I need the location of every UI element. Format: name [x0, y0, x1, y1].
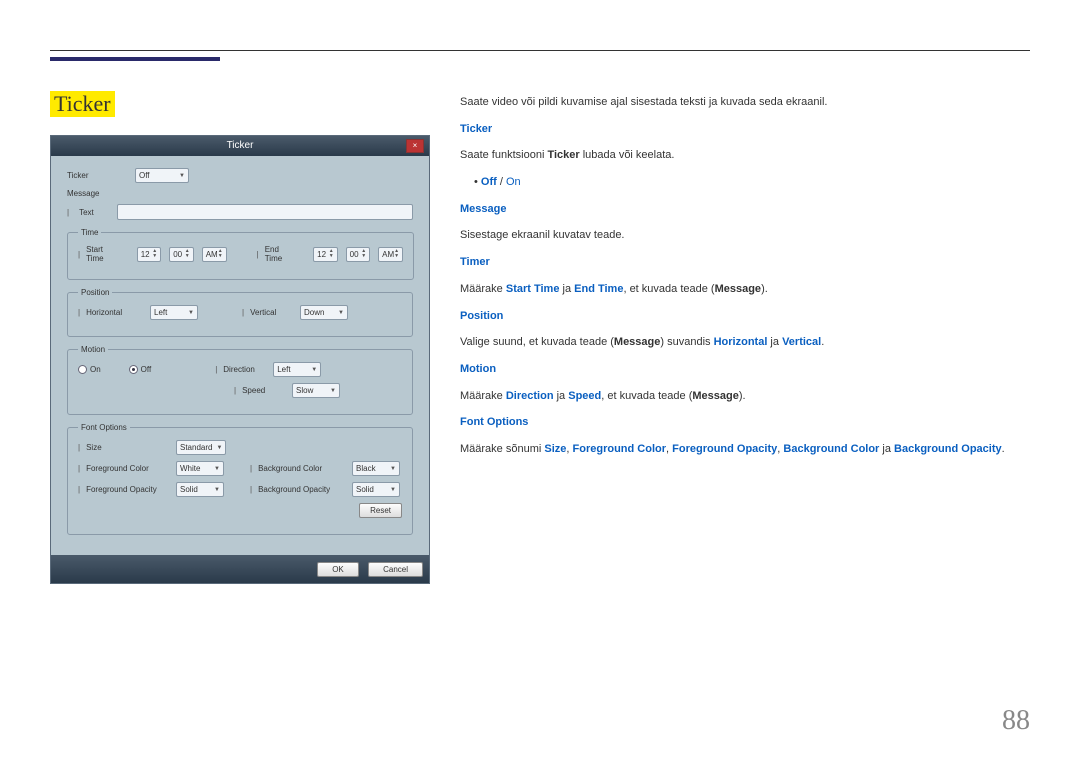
stepper-icon: ▲▼: [394, 249, 399, 259]
bg-opacity-label: Background Opacity: [258, 485, 330, 494]
fg-color-select[interactable]: White▼: [176, 461, 224, 476]
bg-color-select[interactable]: Black▼: [352, 461, 400, 476]
ticker-dialog: Ticker × Ticker Off▼ Message |Text Time …: [50, 135, 430, 584]
chevron-down-icon: ▼: [338, 310, 344, 316]
end-time-label: End Time: [265, 245, 291, 263]
rule-accent: [50, 57, 220, 61]
section-heading: Ticker: [50, 91, 115, 117]
position-group: Position |Horizontal Left▼ |Vertical Dow…: [67, 288, 413, 337]
size-label: Size: [86, 443, 102, 452]
start-min-stepper[interactable]: 00▲▼: [169, 247, 193, 262]
ok-button[interactable]: OK: [317, 562, 359, 577]
chevron-down-icon: ▼: [179, 173, 185, 179]
fg-opacity-label: Foreground Opacity: [86, 485, 157, 494]
heading-message: Message: [460, 200, 1030, 219]
chevron-down-icon: ▼: [214, 466, 220, 472]
message-label: Message: [67, 189, 127, 198]
motion-desc: Määrake Direction ja Speed, et kuvada te…: [460, 387, 1030, 406]
page-number: 88: [1002, 705, 1030, 737]
message-desc: Sisestage ekraanil kuvatav teade.: [460, 226, 1030, 245]
fg-opacity-select[interactable]: Solid▼: [176, 482, 224, 497]
motion-group: Motion On Off |Direction Left▼ |Speed Sl…: [67, 345, 413, 415]
stepper-icon: ▲▼: [152, 249, 157, 259]
time-group: Time |Start Time 12▲▼ 00▲▼ AM▲▼ |End Tim…: [67, 228, 414, 280]
fg-color-label: Foreground Color: [86, 464, 149, 473]
end-hour-stepper[interactable]: 12▲▼: [313, 247, 337, 262]
page: Ticker Ticker × Ticker Off▼ Message |Tex…: [0, 0, 1080, 763]
heading-font: Font Options: [460, 413, 1030, 432]
time-legend: Time: [78, 228, 101, 237]
stepper-icon: ▲▼: [361, 249, 366, 259]
radio-icon: [78, 365, 87, 374]
close-icon[interactable]: ×: [406, 139, 424, 153]
reset-button[interactable]: Reset: [359, 503, 402, 518]
chevron-down-icon: ▼: [214, 487, 220, 493]
text-label: Text: [79, 208, 109, 217]
stepper-icon: ▲▼: [218, 249, 223, 259]
start-hour-stepper[interactable]: 12▲▼: [137, 247, 161, 262]
vertical-select[interactable]: Down▼: [300, 305, 348, 320]
heading-position: Position: [460, 307, 1030, 326]
heading-motion: Motion: [460, 360, 1030, 379]
end-ampm-stepper[interactable]: AM▲▼: [378, 247, 403, 262]
bg-color-label: Background Color: [258, 464, 322, 473]
stepper-icon: ▲▼: [329, 249, 334, 259]
horizontal-select[interactable]: Left▼: [150, 305, 198, 320]
chevron-down-icon: ▼: [390, 487, 396, 493]
ticker-label: Ticker: [67, 171, 127, 180]
vertical-label: Vertical: [250, 308, 276, 317]
right-column: Saate video või pildi kuvamise ajal sise…: [460, 91, 1030, 584]
direction-label: Direction: [223, 365, 255, 374]
dialog-title: Ticker: [227, 140, 254, 151]
ticker-select[interactable]: Off▼: [135, 168, 189, 183]
chevron-down-icon: ▼: [311, 367, 317, 373]
position-legend: Position: [78, 288, 112, 297]
start-ampm-stepper[interactable]: AM▲▼: [202, 247, 227, 262]
font-legend: Font Options: [78, 423, 130, 432]
chevron-down-icon: ▼: [188, 310, 194, 316]
heading-ticker: Ticker: [460, 120, 1030, 139]
start-time-label: Start Time: [86, 245, 115, 263]
off-on-bullet: • Off / On: [460, 173, 1030, 192]
ticker-desc: Saate funktsiooni Ticker lubada või keel…: [460, 146, 1030, 165]
motion-legend: Motion: [78, 345, 108, 354]
end-min-stepper[interactable]: 00▲▼: [346, 247, 370, 262]
cancel-button[interactable]: Cancel: [368, 562, 423, 577]
left-column: Ticker Ticker × Ticker Off▼ Message |Tex…: [50, 91, 430, 584]
font-group: Font Options |Size Standard▼ |Foreground…: [67, 423, 413, 535]
stepper-icon: ▲▼: [185, 249, 190, 259]
chevron-down-icon: ▼: [390, 466, 396, 472]
chevron-down-icon: ▼: [330, 388, 336, 394]
dialog-titlebar: Ticker ×: [51, 136, 429, 156]
rule-top: [50, 50, 1030, 51]
speed-label: Speed: [242, 386, 265, 395]
timer-desc: Määrake Start Time ja End Time, et kuvad…: [460, 280, 1030, 299]
speed-select[interactable]: Slow▼: [292, 383, 340, 398]
horizontal-label: Horizontal: [86, 308, 122, 317]
position-desc: Valige suund, et kuvada teade (Message) …: [460, 333, 1030, 352]
motion-on-radio[interactable]: On: [78, 365, 101, 374]
bg-opacity-select[interactable]: Solid▼: [352, 482, 400, 497]
dialog-footer: OK Cancel: [51, 555, 429, 583]
chevron-down-icon: ▼: [216, 445, 222, 451]
radio-icon: [129, 365, 138, 374]
size-select[interactable]: Standard▼: [176, 440, 226, 455]
font-desc: Määrake sõnumi Size, Foreground Color, F…: [460, 440, 1030, 459]
message-input[interactable]: [117, 204, 413, 220]
direction-select[interactable]: Left▼: [273, 362, 321, 377]
intro-text: Saate video või pildi kuvamise ajal sise…: [460, 93, 1030, 112]
heading-timer: Timer: [460, 253, 1030, 272]
motion-off-radio[interactable]: Off: [129, 365, 152, 374]
